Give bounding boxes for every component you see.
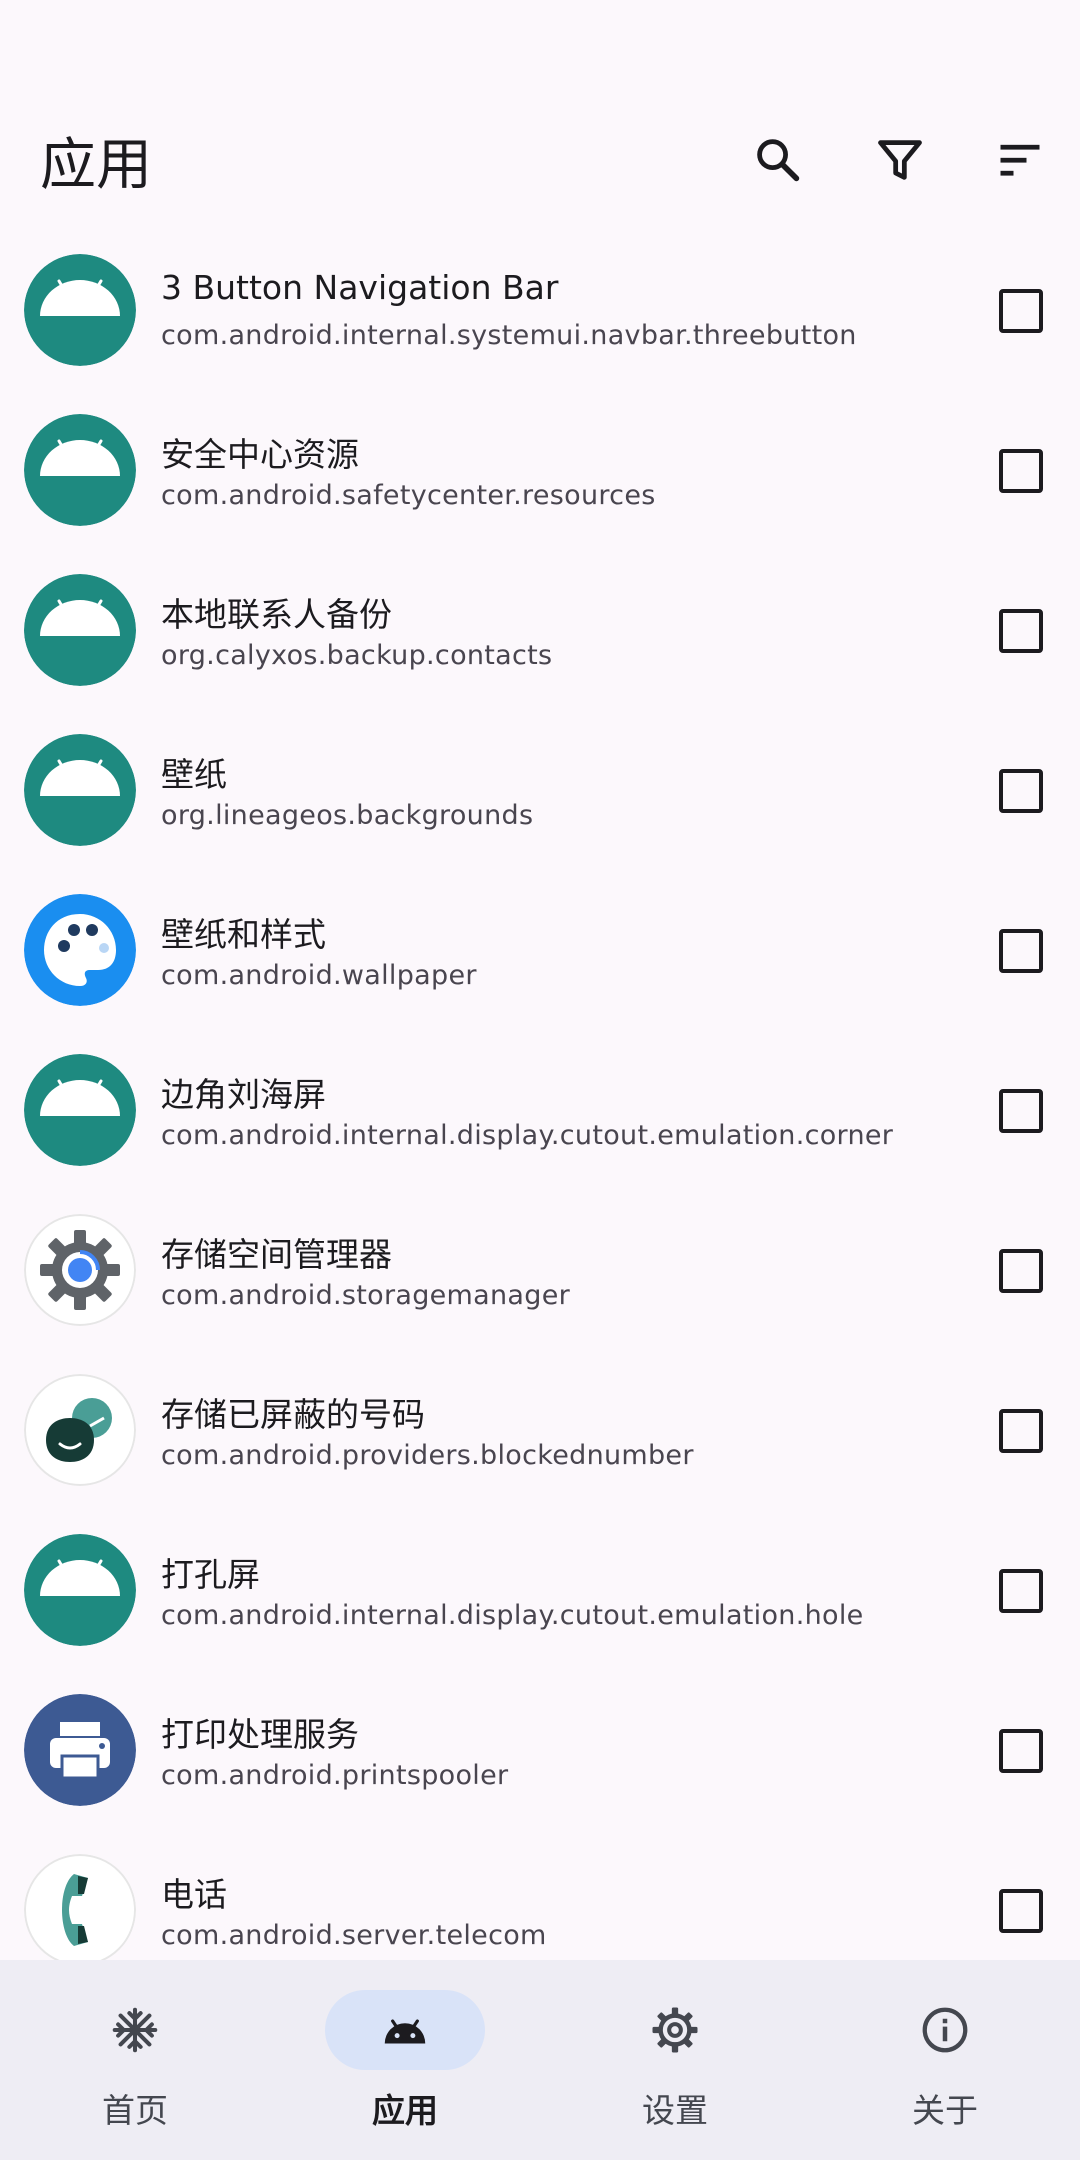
status-bar	[0, 0, 1080, 80]
android-icon	[24, 414, 136, 526]
nav-label-settings: 设置	[642, 2091, 708, 2130]
list-item[interactable]: 壁纸和样式 com.android.wallpaper	[0, 870, 1080, 1030]
list-item[interactable]: 本地联系人备份 org.calyxos.backup.contacts	[0, 550, 1080, 710]
nav-pill	[865, 1990, 1025, 2070]
select-checkbox[interactable]	[999, 449, 1043, 493]
select-checkbox[interactable]	[999, 1569, 1043, 1613]
app-package: com.android.server.telecom	[161, 1920, 547, 1951]
android-icon	[24, 1054, 136, 1166]
app-name: 打印处理服务	[161, 1715, 359, 1754]
info-icon	[922, 2007, 968, 2053]
android-head-icon	[384, 2019, 426, 2044]
nav-item-home[interactable]: 首页	[0, 1960, 270, 2160]
page-title: 应用	[40, 133, 152, 198]
app-package: com.android.printspooler	[161, 1760, 509, 1791]
app-package: com.android.providers.blockednumber	[161, 1440, 694, 1471]
nav-label-apps: 应用	[372, 2091, 438, 2130]
android-icon	[24, 1534, 136, 1646]
app-package: com.android.storagemanager	[161, 1280, 571, 1311]
select-checkbox[interactable]	[999, 609, 1043, 653]
app-name: 壁纸	[161, 755, 227, 794]
snowflake-icon	[112, 2007, 158, 2053]
app-name: 存储空间管理器	[161, 1235, 392, 1274]
app-name: 边角刘海屏	[161, 1075, 326, 1114]
app-name: 3 Button Navigation Bar	[161, 268, 559, 307]
list-item[interactable]: 存储已屏蔽的号码 com.android.providers.blockednu…	[0, 1350, 1080, 1510]
list-item[interactable]: 打印处理服务 com.android.printspooler	[0, 1670, 1080, 1830]
app-list[interactable]: 3 Button Navigation Bar com.android.inte…	[0, 230, 1080, 1960]
nav-item-apps[interactable]: 应用	[270, 1960, 540, 2160]
app-name: 打孔屏	[161, 1555, 260, 1594]
list-item[interactable]: 打孔屏 com.android.internal.display.cutout.…	[0, 1510, 1080, 1670]
android-icon	[24, 734, 136, 846]
list-item[interactable]: 电话 com.android.server.telecom	[0, 1830, 1080, 1960]
list-item[interactable]: 边角刘海屏 com.android.internal.display.cutou…	[0, 1030, 1080, 1190]
nav-pill	[595, 1990, 755, 2070]
nav-item-about[interactable]: 关于	[810, 1960, 1080, 2160]
list-item[interactable]: 3 Button Navigation Bar com.android.inte…	[0, 230, 1080, 390]
bottom-navigation: 首页 应用 设置 关于	[0, 1960, 1080, 2160]
app-package: com.android.safetycenter.resources	[161, 480, 656, 511]
nav-pill	[55, 1990, 215, 2070]
filter-icon	[878, 140, 922, 180]
app-name: 安全中心资源	[161, 435, 359, 474]
search-icon	[757, 139, 800, 182]
nav-pill-active	[325, 1990, 485, 2070]
app-package: org.calyxos.backup.contacts	[161, 640, 553, 671]
app-package: com.android.wallpaper	[161, 960, 477, 991]
storage-gear-icon	[24, 1214, 136, 1326]
search-button[interactable]	[738, 120, 818, 200]
list-item[interactable]: 壁纸 org.lineageos.backgrounds	[0, 710, 1080, 870]
nav-label-home: 首页	[102, 2091, 168, 2130]
select-checkbox[interactable]	[999, 289, 1043, 333]
android-icon	[24, 574, 136, 686]
select-checkbox[interactable]	[999, 1729, 1043, 1773]
gear-icon	[652, 2007, 698, 2053]
phone-icon	[24, 1854, 136, 1960]
select-checkbox[interactable]	[999, 1889, 1043, 1933]
app-package: com.android.internal.systemui.navbar.thr…	[161, 320, 857, 351]
app-name: 存储已屏蔽的号码	[161, 1395, 425, 1434]
select-checkbox[interactable]	[999, 1089, 1043, 1133]
select-checkbox[interactable]	[999, 929, 1043, 973]
sort-button[interactable]	[980, 120, 1060, 200]
list-item[interactable]: 存储空间管理器 com.android.storagemanager	[0, 1190, 1080, 1350]
blocked-number-icon	[24, 1374, 136, 1486]
list-item[interactable]: 安全中心资源 com.android.safetycenter.resource…	[0, 390, 1080, 550]
app-name: 壁纸和样式	[161, 915, 326, 954]
android-icon	[24, 254, 136, 366]
top-app-bar: 应用	[0, 80, 1080, 230]
app-name: 本地联系人备份	[161, 595, 392, 634]
select-checkbox[interactable]	[999, 1249, 1043, 1293]
select-checkbox[interactable]	[999, 769, 1043, 813]
app-package: com.android.internal.display.cutout.emul…	[161, 1600, 864, 1631]
app-package: org.lineageos.backgrounds	[161, 800, 534, 831]
printer-icon	[24, 1694, 136, 1806]
select-checkbox[interactable]	[999, 1409, 1043, 1453]
filter-button[interactable]	[860, 120, 940, 200]
nav-item-settings[interactable]: 设置	[540, 1960, 810, 2160]
nav-label-about: 关于	[912, 2091, 978, 2130]
app-package: com.android.internal.display.cutout.emul…	[161, 1120, 894, 1151]
sort-icon	[1000, 144, 1040, 176]
palette-icon	[24, 894, 136, 1006]
app-name: 电话	[161, 1875, 227, 1914]
